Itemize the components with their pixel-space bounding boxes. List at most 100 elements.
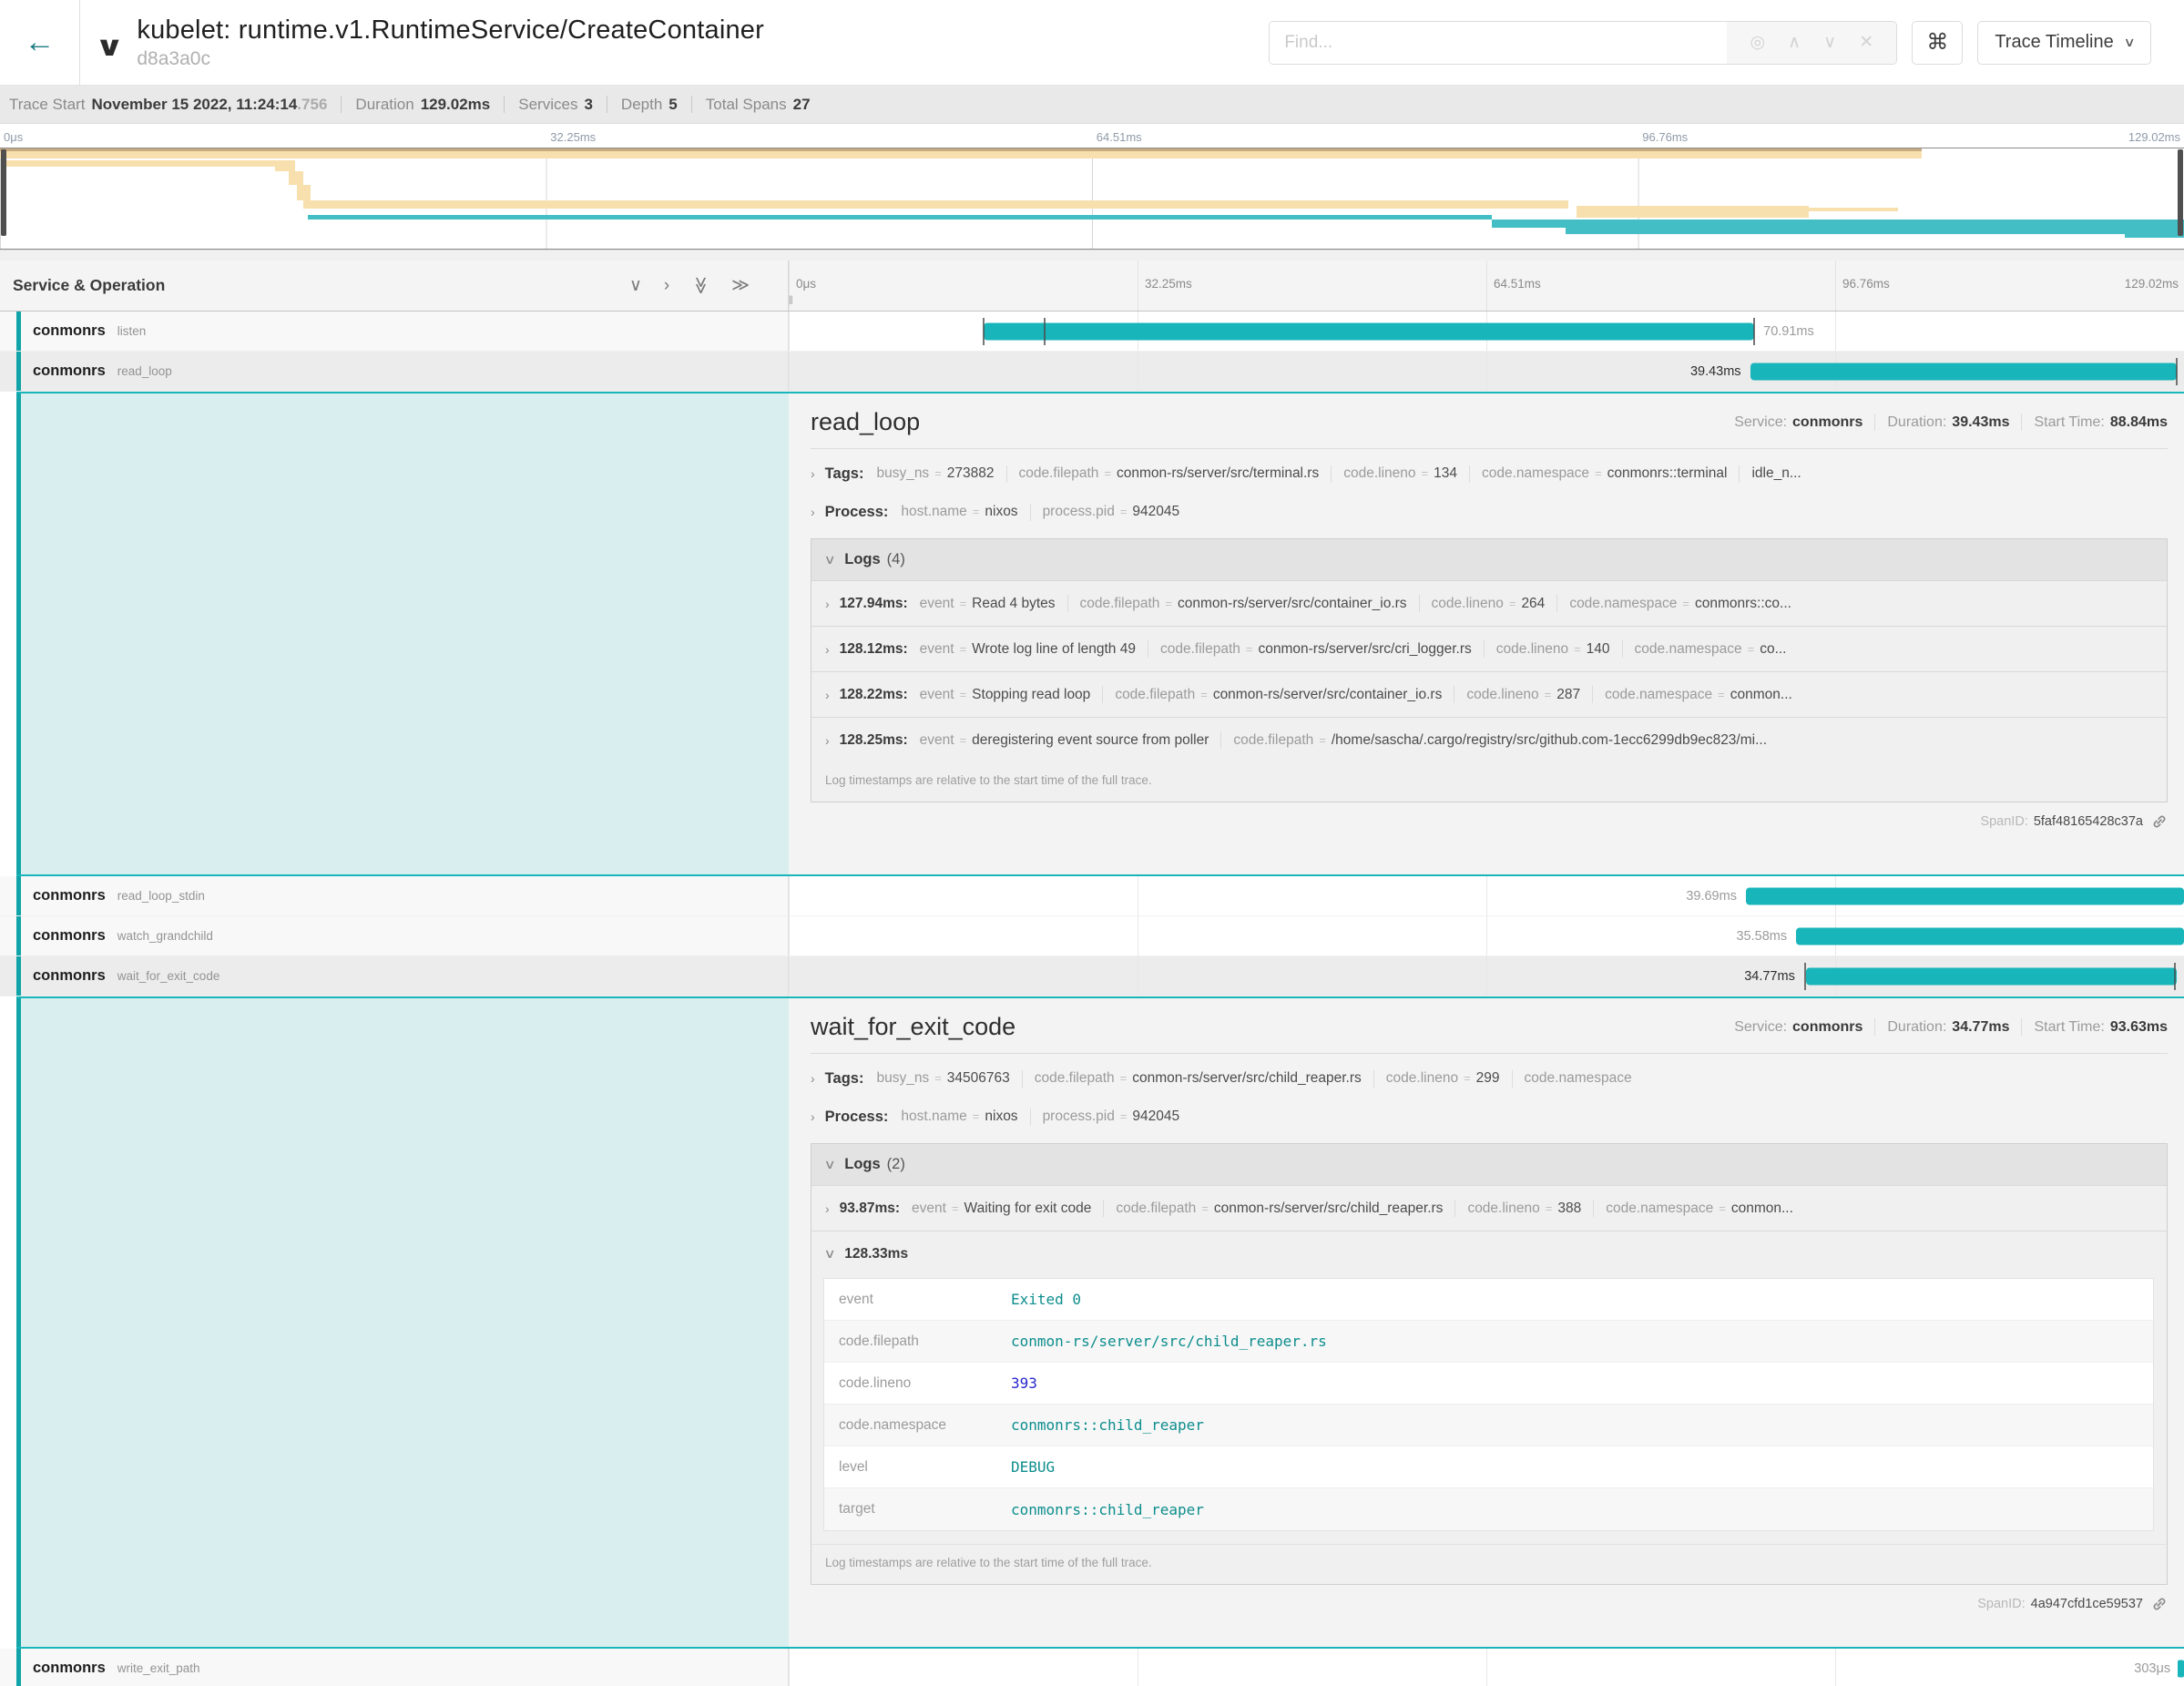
- operation-name: watch_grandchild: [117, 929, 213, 943]
- separator: [341, 96, 342, 113]
- duration-label: 39.43ms: [1690, 364, 1741, 379]
- span-name-cell[interactable]: conmonrs listen: [0, 312, 789, 352]
- span-bar[interactable]: [1806, 967, 2178, 985]
- span-title: read_loop: [811, 408, 920, 436]
- minimap-span-bar: [2125, 234, 2184, 238]
- expand-all-icon[interactable]: ≫: [731, 275, 750, 296]
- logs-section: ∨ Logs (2) › 93.87ms: event=Waiting for …: [811, 1143, 2168, 1585]
- tag-item: code.namespace=conmonrs::terminal: [1482, 465, 1727, 482]
- detail-panel-content: read_loop Service: conmonrs Duration: 39…: [789, 393, 2184, 874]
- service-name: conmonrs: [33, 1660, 106, 1677]
- link-icon[interactable]: [2151, 1596, 2168, 1612]
- tag-item: idle_n...: [1751, 465, 1801, 482]
- separator: [504, 96, 505, 113]
- target-icon[interactable]: ◎: [1750, 32, 1765, 53]
- log-row[interactable]: › 128.25ms: event=deregistering event so…: [811, 717, 2167, 762]
- tags-row[interactable]: › Tags: busy_ns=273882 code.filepath=con…: [811, 455, 2168, 493]
- minimap-canvas[interactable]: [0, 148, 2184, 250]
- span-row-listen: conmonrs listen 70.91ms: [0, 312, 2184, 352]
- detail-panel-content: wait_for_exit_code Service: conmonrs Dur…: [789, 998, 2184, 1647]
- chevron-down-icon[interactable]: ∨: [95, 31, 125, 63]
- log-field: code.filepath=conmon-rs/server/src/conta…: [1080, 596, 1407, 612]
- log-row[interactable]: › 128.12ms: event=Wrote log line of leng…: [811, 626, 2167, 671]
- service-color-accent: [16, 956, 21, 996]
- span-id-label: SpanID:: [1977, 1597, 2025, 1611]
- view-selector-label: Trace Timeline: [1995, 32, 2113, 53]
- minimap-right-handle[interactable]: [2178, 149, 2183, 236]
- span-meta: Service: conmonrs Duration: 34.77ms Star…: [1734, 1018, 2168, 1036]
- separator: [1874, 1018, 1875, 1036]
- log-field: code.filepath=conmon-rs/server/src/conta…: [1115, 687, 1442, 703]
- span-bar[interactable]: [2178, 1660, 2184, 1677]
- next-match-icon[interactable]: ∨: [1823, 32, 1836, 53]
- span-bar[interactable]: [1750, 363, 2178, 380]
- process-row[interactable]: › Process: host.name=nixos process.pid=9…: [811, 1098, 2168, 1136]
- span-row-read-loop: conmonrs read_loop 39.43ms: [0, 352, 2184, 392]
- start-time-value: 93.63ms: [2110, 1019, 2168, 1036]
- log-row[interactable]: › 93.87ms: event=Waiting for exit code c…: [811, 1185, 2167, 1231]
- link-icon[interactable]: [2151, 813, 2168, 830]
- log-field: code.lineno=264: [1432, 596, 1546, 612]
- collapse-all-icon[interactable]: ≫: [690, 277, 711, 295]
- clear-find-icon[interactable]: ✕: [1859, 32, 1873, 53]
- log-row[interactable]: › 127.94ms: event=Read 4 bytes code.file…: [811, 580, 2167, 626]
- collapse-one-icon[interactable]: ∨: [629, 275, 642, 296]
- expanded-log-header[interactable]: ∨ 128.33ms: [811, 1231, 2167, 1276]
- log-row[interactable]: › 128.22ms: event=Stopping read loop cod…: [811, 671, 2167, 717]
- prev-match-icon[interactable]: ∧: [1788, 32, 1801, 53]
- span-bar[interactable]: [984, 322, 1754, 340]
- span-name-cell[interactable]: conmonrs write_exit_path: [0, 1649, 789, 1686]
- detail-panel-indent-block[interactable]: [16, 393, 789, 874]
- separator: [1484, 640, 1485, 658]
- logs-header[interactable]: ∨ Logs (2): [811, 1144, 2167, 1185]
- log-fields-table: event Exited 0 code.filepath conmon-rs/s…: [823, 1278, 2154, 1531]
- ruler-tick-label: 96.76ms: [1842, 277, 1890, 291]
- find-input[interactable]: [1270, 22, 1727, 64]
- column-resizer-handle[interactable]: ‖: [789, 293, 793, 307]
- span-bar[interactable]: [1796, 927, 2184, 945]
- span-name-cell[interactable]: conmonrs wait_for_exit_code: [0, 956, 789, 996]
- tick-label: 129.02ms: [2128, 130, 2180, 144]
- logs-header[interactable]: ∨ Logs (4): [811, 539, 2167, 580]
- separator: [1512, 1070, 1513, 1088]
- chevron-right-icon: ›: [825, 597, 830, 611]
- span-name-cell[interactable]: conmonrs read_loop: [0, 352, 789, 392]
- duration-value: 129.02ms: [421, 96, 491, 114]
- separator: [1874, 414, 1875, 431]
- separator: [1022, 1070, 1023, 1088]
- top-bar: ← ∨ kubelet: runtime.v1.RuntimeService/C…: [0, 0, 2184, 86]
- separator: [1469, 465, 1470, 483]
- span-name-cell[interactable]: conmonrs read_loop_stdin: [0, 876, 789, 916]
- logs-footer-note: Log timestamps are relative to the start…: [811, 1544, 2167, 1584]
- divider: [811, 1053, 2168, 1054]
- minimap-left-handle[interactable]: [1, 149, 6, 236]
- log-field: code.filepath=conmon-rs/server/src/child…: [1116, 1201, 1443, 1217]
- operation-name: read_loop: [117, 364, 172, 378]
- log-timestamp: 128.25ms:: [840, 732, 908, 749]
- log-field: code.namespace=conmon...: [1605, 687, 1792, 703]
- span-name-cell[interactable]: conmonrs watch_grandchild: [0, 916, 789, 956]
- timeline-grid-header: Service & Operation ∨ › ≫ ≫ ‖ 0μs 32.25m…: [0, 261, 2184, 312]
- service-operation-label: Service & Operation: [13, 276, 165, 295]
- service-color-accent: [16, 352, 21, 391]
- detail-panel-indent-block[interactable]: [16, 998, 789, 1647]
- separator: [1030, 504, 1031, 521]
- keyboard-shortcuts-button[interactable]: ⌘: [1912, 21, 1963, 65]
- service-value: conmonrs: [1792, 1019, 1863, 1036]
- separator: [1622, 640, 1623, 658]
- expand-one-icon[interactable]: ›: [664, 276, 669, 296]
- chevron-down-icon: ∨: [823, 552, 835, 567]
- ruler-tick-label: 129.02ms: [2125, 277, 2179, 291]
- separator: [1102, 686, 1103, 703]
- tags-row[interactable]: › Tags: busy_ns=34506763 code.filepath=c…: [811, 1059, 2168, 1098]
- log-field: code.filepath=conmon-rs/server/src/cri_l…: [1160, 641, 1472, 658]
- tag-item: code.lineno=299: [1386, 1070, 1500, 1087]
- separator: [1030, 1109, 1031, 1126]
- field-key: code.filepath: [824, 1333, 1011, 1350]
- span-bar[interactable]: [1746, 887, 2184, 904]
- separator: [1556, 595, 1557, 612]
- back-button[interactable]: ←: [0, 0, 80, 85]
- view-selector-button[interactable]: Trace Timeline ∨: [1977, 21, 2151, 65]
- services-value: 3: [584, 96, 592, 114]
- process-row[interactable]: › Process: host.name=nixos process.pid=9…: [811, 493, 2168, 531]
